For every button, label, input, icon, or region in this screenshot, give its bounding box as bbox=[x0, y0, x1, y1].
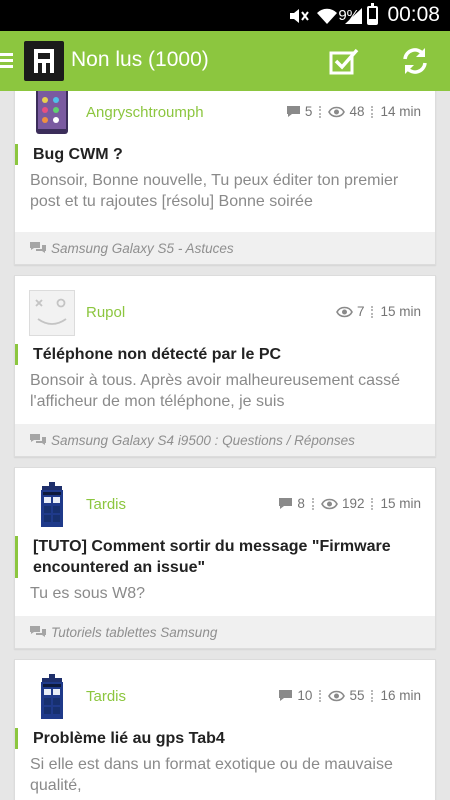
post-time: 14 min bbox=[380, 104, 421, 119]
topic-excerpt: Bonsoir à tous. Après avoir malheureusem… bbox=[30, 372, 400, 410]
author-name[interactable]: Angryschtroumph bbox=[86, 104, 204, 121]
comment-icon bbox=[286, 106, 300, 117]
view-count: 7 bbox=[356, 304, 365, 319]
topic-stats: 8 192 15 min bbox=[278, 496, 421, 511]
forum-name: Samsung Galaxy S4 i9500 : Questions / Ré… bbox=[51, 432, 355, 448]
forum-footer[interactable]: Samsung Galaxy S5 - Astuces bbox=[15, 232, 435, 264]
mark-all-read-icon[interactable] bbox=[328, 45, 360, 77]
topic-card[interactable]: Rupol 7 15 min Téléphone non détecté par… bbox=[14, 275, 436, 457]
post-time: 15 min bbox=[380, 496, 421, 511]
app-screen: { "status_bar": { "battery_percent": "9%… bbox=[0, 0, 450, 800]
eye-icon bbox=[321, 498, 338, 509]
action-bar: Non lus (1000) bbox=[0, 31, 450, 91]
comment-count: 8 bbox=[297, 496, 305, 511]
author-name[interactable]: Tardis bbox=[86, 496, 126, 513]
wifi-icon bbox=[317, 8, 337, 24]
eye-icon bbox=[328, 690, 346, 701]
topic-card[interactable]: Angryschtroumph 5 48 14 min Bug CWM ? Bo… bbox=[14, 91, 436, 265]
eye-icon bbox=[336, 306, 353, 317]
topic-list: Angryschtroumph 5 48 14 min Bug CWM ? Bo… bbox=[0, 91, 450, 800]
topic-stats: 7 15 min bbox=[336, 304, 421, 319]
comment-icon bbox=[279, 498, 293, 509]
refresh-icon[interactable] bbox=[399, 45, 431, 77]
comment-icon bbox=[279, 690, 293, 701]
app-logo[interactable] bbox=[24, 41, 64, 81]
author-name[interactable]: Rupol bbox=[86, 304, 125, 321]
status-bar: 9% 00:08 bbox=[0, 0, 450, 31]
topic-card[interactable]: Tardis 8 192 15 min [TUTO] Comment sorti… bbox=[14, 467, 436, 649]
author-name[interactable]: Tardis bbox=[86, 688, 126, 705]
topic-card[interactable]: Tardis 10 55 16 min Problème lié au gps … bbox=[14, 659, 436, 800]
forum-name: Samsung Galaxy S5 - Astuces bbox=[51, 240, 234, 256]
mute-icon bbox=[290, 9, 309, 23]
topic-excerpt: Tu es sous W8? bbox=[30, 585, 146, 602]
topic-title[interactable]: Bug CWM ? bbox=[15, 144, 425, 165]
comment-count: 5 bbox=[304, 104, 313, 119]
page-title: Non lus (1000) bbox=[71, 48, 209, 71]
battery-icon bbox=[367, 3, 378, 25]
post-time: 16 min bbox=[380, 688, 421, 703]
eye-icon bbox=[328, 106, 346, 117]
topic-title[interactable]: [TUTO] Comment sortir du message "Firmwa… bbox=[15, 536, 425, 578]
menu-icon[interactable] bbox=[0, 53, 13, 69]
topic-title[interactable]: Problème lié au gps Tab4 bbox=[15, 728, 425, 749]
topic-excerpt: Si elle est dans un format exotique ou d… bbox=[30, 756, 393, 794]
avatar bbox=[41, 482, 63, 527]
forum-name: Tutoriels tablettes Samsung bbox=[51, 624, 218, 640]
topic-title[interactable]: Téléphone non détecté par le PC bbox=[15, 344, 425, 365]
topic-excerpt: Bonsoir, Bonne nouvelle, Tu peux éditer … bbox=[30, 172, 399, 210]
comment-count: 10 bbox=[297, 688, 313, 703]
avatar bbox=[41, 674, 63, 719]
battery-percent: 9% bbox=[338, 7, 360, 24]
forum-footer[interactable]: Samsung Galaxy S4 i9500 : Questions / Ré… bbox=[15, 424, 435, 456]
avatar bbox=[36, 91, 68, 134]
avatar bbox=[29, 290, 75, 336]
topic-stats: 5 48 14 min bbox=[286, 104, 421, 119]
view-count: 55 bbox=[349, 688, 365, 703]
forum-footer[interactable]: Tutoriels tablettes Samsung bbox=[15, 616, 435, 648]
view-count: 192 bbox=[341, 496, 365, 511]
view-count: 48 bbox=[349, 104, 365, 119]
forum-comments-icon bbox=[30, 434, 46, 445]
clock: 00:08 bbox=[387, 3, 440, 26]
forum-comments-icon bbox=[30, 242, 46, 253]
topic-stats: 10 55 16 min bbox=[278, 688, 421, 703]
post-time: 15 min bbox=[380, 304, 421, 319]
forum-comments-icon bbox=[30, 626, 46, 637]
